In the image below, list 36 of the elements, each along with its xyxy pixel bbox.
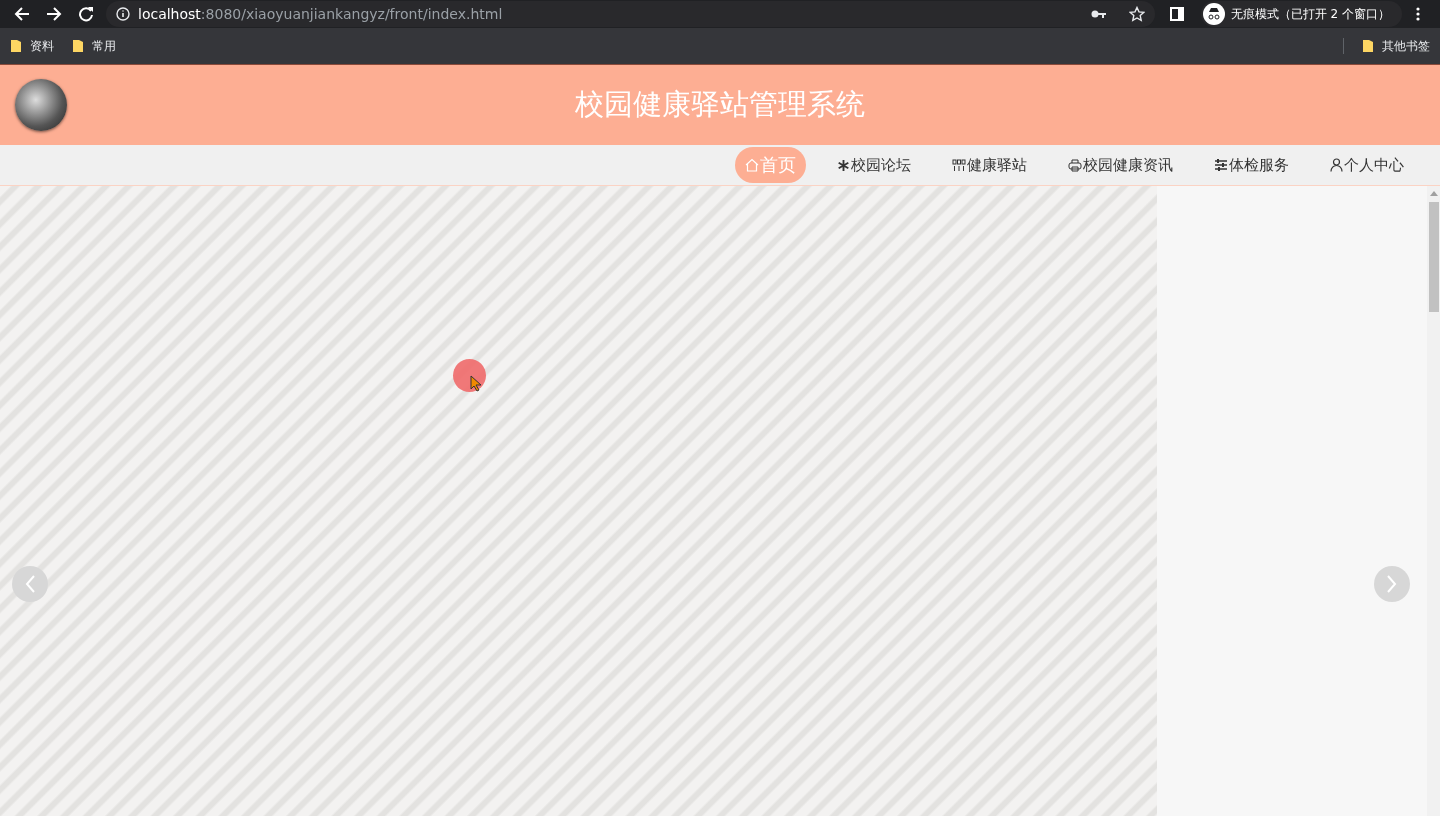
grid-icon	[952, 158, 966, 172]
nav-tab[interactable]: 健康驿站	[942, 147, 1037, 183]
forward-icon[interactable]	[46, 7, 62, 21]
scrollbar-thumb[interactable]	[1429, 202, 1439, 312]
info-icon[interactable]	[116, 7, 130, 21]
nav-tab[interactable]: 校园健康资讯	[1058, 147, 1183, 183]
home-icon	[745, 158, 759, 172]
address-bar[interactable]: localhost:8080/xiaoyuanjiankangyz/front/index.html	[106, 1, 1155, 27]
sliders-icon	[1214, 159, 1228, 171]
incognito-button[interactable]: 无痕模式（已打开 2 个窗口）	[1200, 1, 1402, 27]
menu-icon[interactable]	[1416, 7, 1420, 21]
url-text: localhost:8080/xiaoyuanjiankangyz/front/index.html	[138, 6, 504, 22]
folder-icon	[72, 39, 84, 53]
incognito-icon	[1202, 3, 1225, 25]
star-icon[interactable]	[1128, 6, 1145, 22]
reload-icon[interactable]	[78, 6, 94, 22]
bookmark-link[interactable]: 资料	[30, 37, 54, 55]
folder-icon	[1362, 39, 1374, 53]
cursor-icon	[470, 375, 482, 392]
bookmark-link[interactable]: 其他书签	[1382, 37, 1430, 55]
logo-photo-placeholder	[15, 79, 67, 131]
nav-tab[interactable]: 体检服务	[1204, 147, 1299, 183]
key-icon[interactable]	[1090, 9, 1107, 19]
person-icon	[1330, 158, 1343, 172]
printer-icon	[1068, 158, 1082, 172]
back-icon[interactable]	[14, 7, 30, 21]
scrollbar[interactable]	[1427, 186, 1440, 816]
folder-icon	[10, 39, 22, 53]
side-panel-icon[interactable]	[1169, 7, 1184, 21]
chevron-left-icon	[25, 575, 35, 593]
snowflake-icon	[837, 158, 850, 172]
site-title: 校园健康驿站管理系统	[575, 87, 865, 121]
chevron-right-icon	[1387, 575, 1397, 593]
bookmark-link[interactable]: 常用	[92, 37, 116, 55]
nav-tab[interactable]: 个人中心	[1320, 147, 1414, 183]
nav-tab[interactable]: 校园论坛	[827, 147, 921, 183]
